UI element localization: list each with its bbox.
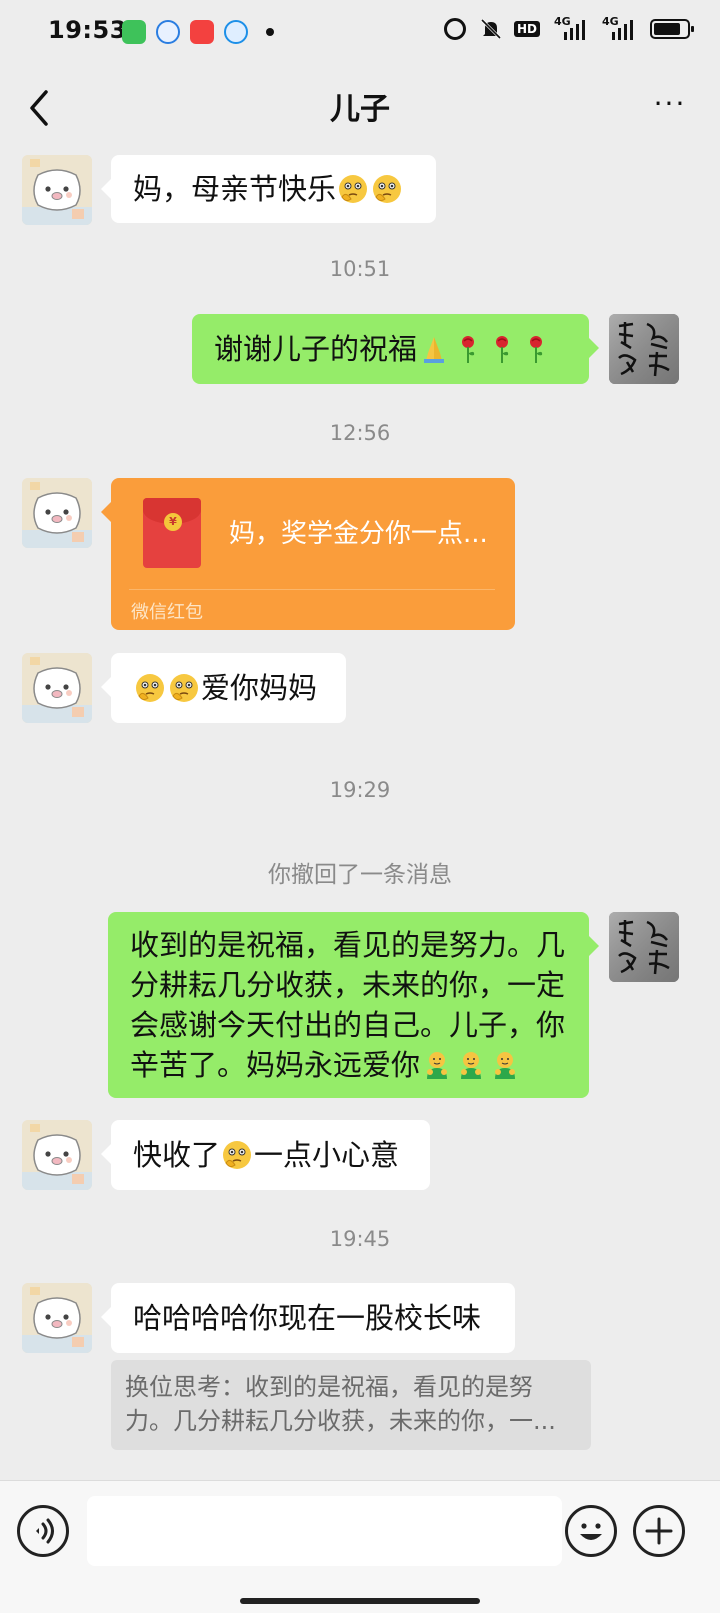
hd-badge: HD bbox=[513, 21, 540, 37]
my-avatar[interactable] bbox=[609, 912, 679, 982]
rose-emoji-icon bbox=[452, 333, 484, 365]
hug-emoji-icon bbox=[421, 1049, 453, 1081]
thinking-face-emoji-icon bbox=[337, 173, 369, 205]
timestamp: 12:56 bbox=[329, 421, 391, 445]
contact-avatar[interactable] bbox=[22, 478, 92, 548]
red-packet-message: 妈，奖学金分你一点... bbox=[229, 519, 488, 549]
message-input[interactable] bbox=[87, 1496, 562, 1566]
chat-header: 儿子 ··· bbox=[0, 64, 720, 152]
message-bubble[interactable]: 妈，母亲节快乐 bbox=[101, 155, 436, 223]
message-bubble[interactable]: 快收了 一点小心意 bbox=[101, 1120, 430, 1190]
browser-notification-icon bbox=[156, 20, 180, 44]
contact-avatar[interactable] bbox=[22, 1283, 92, 1353]
message-text: 快收了 bbox=[133, 1138, 221, 1172]
quoted-text: 换位思考：收到的是祝福，看见的是努力。几分耕耘几分收获，未来的你，一... bbox=[125, 1373, 556, 1435]
emoji-button[interactable] bbox=[565, 1505, 617, 1557]
notification-dot-icon bbox=[266, 28, 274, 36]
red-packet-card[interactable]: ¥ 妈，奖学金分你一点... 微信红包 bbox=[101, 478, 515, 630]
signal-1-icon: 4G bbox=[554, 15, 588, 40]
timestamp: 10:51 bbox=[329, 257, 391, 281]
alarm-icon bbox=[443, 18, 466, 40]
message-text: 一点小心意 bbox=[254, 1138, 400, 1172]
message-list[interactable]: 妈，母亲节快乐 10:51 谢谢儿子的祝福 12:56 ¥ 妈，奖学金分你一点.… bbox=[0, 152, 720, 1480]
my-avatar[interactable] bbox=[609, 314, 679, 384]
message-bubble[interactable]: 爱你妈妈 bbox=[101, 653, 346, 723]
hug-emoji-icon bbox=[489, 1049, 521, 1081]
voice-icon bbox=[36, 1518, 54, 1544]
contact-name-title: 儿子 bbox=[330, 92, 390, 127]
contact-avatar[interactable] bbox=[22, 1120, 92, 1190]
qq-notification-icon bbox=[224, 20, 248, 44]
more-dots-icon: ··· bbox=[653, 87, 687, 120]
contact-avatar[interactable] bbox=[22, 653, 92, 723]
timestamp: 19:29 bbox=[329, 778, 391, 802]
status-time: 19:53 bbox=[48, 16, 127, 44]
thinking-face-emoji-icon bbox=[168, 672, 200, 704]
timestamp: 19:45 bbox=[329, 1227, 391, 1251]
quoted-message[interactable]: 换位思考：收到的是祝福，看见的是努力。几分耕耘几分收获，未来的你，一... bbox=[111, 1360, 591, 1450]
message-text: 哈哈哈哈你现在一股校长味 bbox=[133, 1301, 482, 1335]
signal-2-icon: 4G bbox=[602, 15, 636, 40]
emoji-icon bbox=[580, 1523, 602, 1540]
plus-icon bbox=[645, 1517, 673, 1545]
recall-notice: 你撤回了一条消息 bbox=[268, 862, 452, 888]
hug-emoji-icon bbox=[455, 1049, 487, 1081]
status-bar: 19:53 HD 4G 4G bbox=[0, 0, 720, 64]
thinking-face-emoji-icon bbox=[221, 1139, 253, 1171]
input-toolbar bbox=[0, 1480, 720, 1613]
battery-icon bbox=[650, 19, 694, 39]
message-text: 谢谢儿子的祝福 bbox=[214, 332, 418, 366]
message-text: 爱你妈妈 bbox=[201, 671, 318, 705]
message-text: 妈，母亲节快乐 bbox=[133, 172, 337, 206]
voice-button[interactable] bbox=[17, 1505, 69, 1557]
thinking-face-emoji-icon bbox=[134, 672, 166, 704]
mute-icon bbox=[480, 18, 502, 40]
pray-emoji-icon bbox=[418, 333, 450, 365]
more-button[interactable]: ··· bbox=[648, 90, 692, 118]
red-packet-footer: 微信红包 bbox=[131, 602, 203, 623]
music-notification-icon bbox=[190, 20, 214, 44]
rose-emoji-icon bbox=[486, 333, 518, 365]
add-button[interactable] bbox=[633, 1505, 685, 1557]
thinking-face-emoji-icon bbox=[371, 173, 403, 205]
app-notification-icon bbox=[122, 20, 146, 44]
message-bubble[interactable]: 谢谢儿子的祝福 bbox=[192, 314, 599, 384]
home-indicator bbox=[240, 1598, 480, 1604]
message-bubble[interactable]: 收到的是祝福，看见的是努力。几分耕耘几分收获，未来的你，一定会感谢今天付出的自己… bbox=[108, 912, 599, 1098]
rose-emoji-icon bbox=[520, 333, 552, 365]
contact-avatar[interactable] bbox=[22, 155, 92, 225]
red-packet-icon: ¥ bbox=[143, 498, 201, 568]
message-bubble[interactable]: 哈哈哈哈你现在一股校长味 bbox=[101, 1283, 515, 1353]
